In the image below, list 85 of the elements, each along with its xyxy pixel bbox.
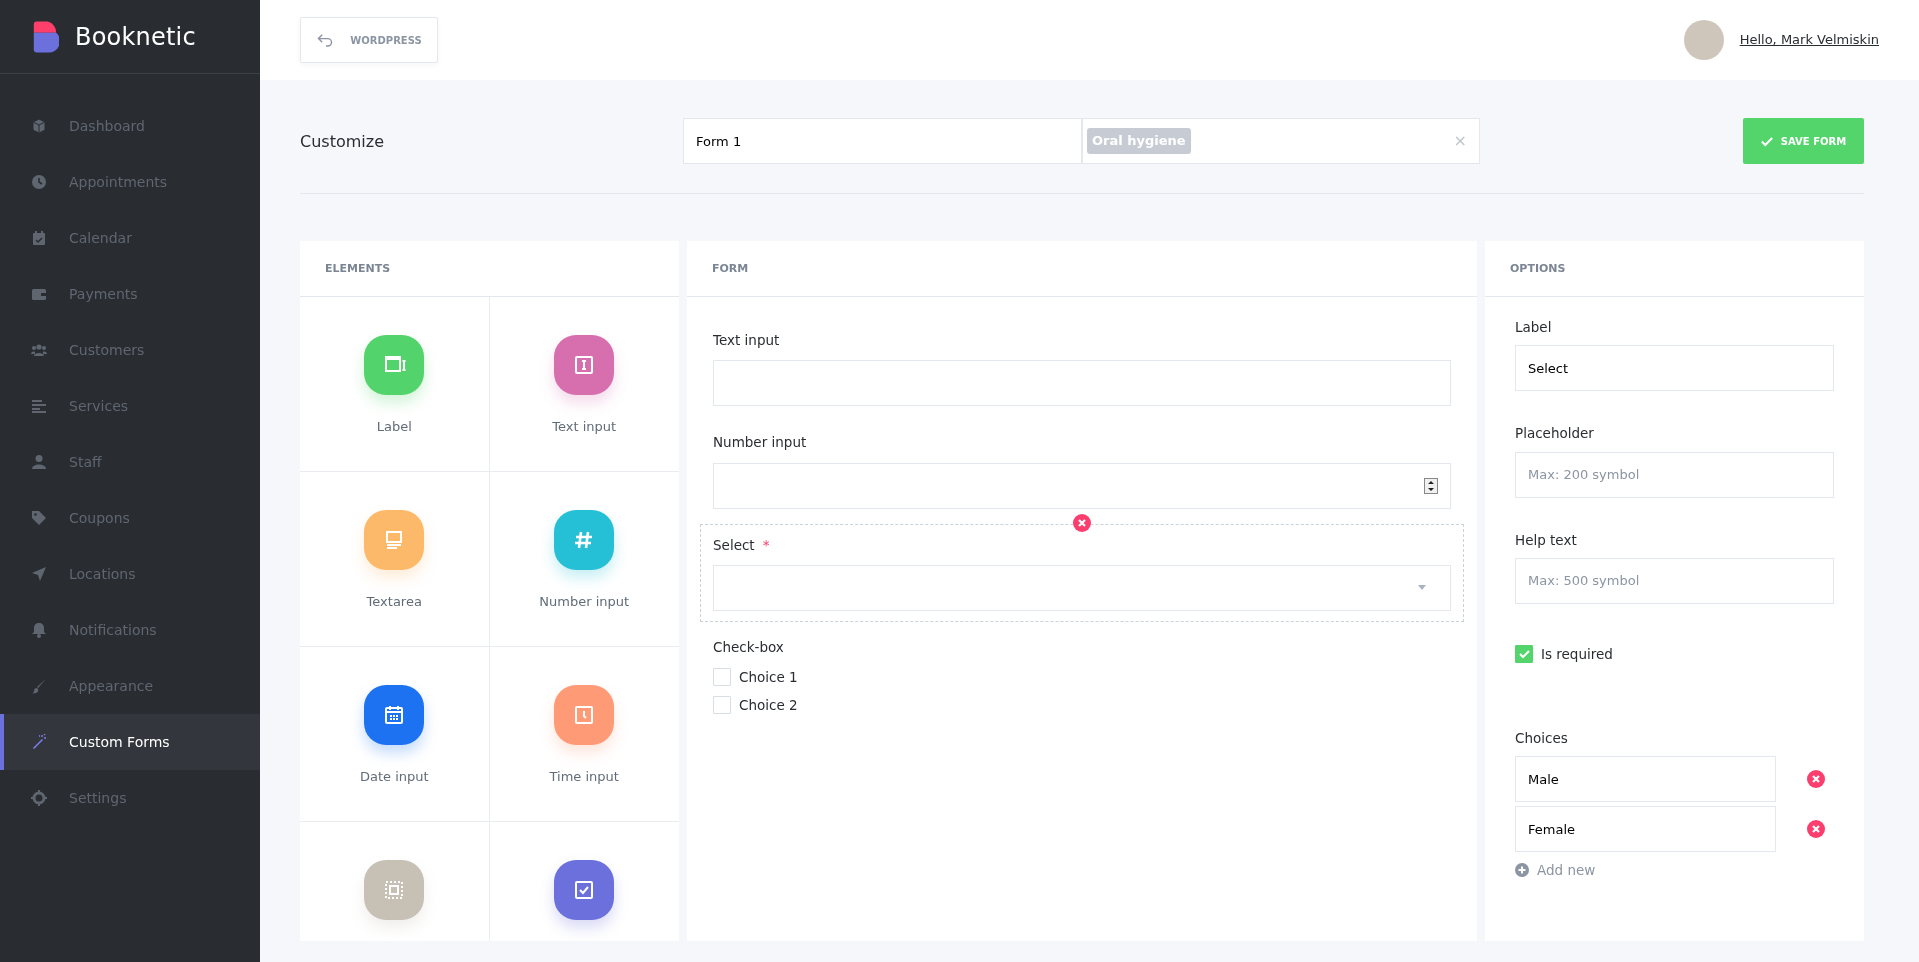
sidebar-item[interactable]: Customers xyxy=(0,322,260,378)
field-label: Select xyxy=(713,535,755,555)
sidebar-item[interactable]: Staff xyxy=(0,434,260,490)
field-label: Placeholder xyxy=(1515,424,1595,444)
element-label: Text input xyxy=(552,418,617,436)
location-arrow-icon xyxy=(31,566,47,582)
user-icon xyxy=(31,454,47,470)
element-option[interactable]: Label xyxy=(300,297,490,472)
clock-icon xyxy=(31,174,47,190)
checkbox[interactable] xyxy=(713,668,731,687)
element-option[interactable]: Number input xyxy=(489,472,679,647)
element-option[interactable]: Textarea xyxy=(300,472,490,647)
panel-title: FORM xyxy=(687,241,1477,297)
service-tag: Oral hygiene xyxy=(1087,128,1191,154)
caret-icon xyxy=(1418,585,1426,591)
sidebar-item[interactable]: Coupons xyxy=(0,490,260,546)
required-mark: * xyxy=(762,535,770,555)
choice-input[interactable]: Female xyxy=(1515,806,1776,853)
element-label: Label xyxy=(376,418,412,436)
field-label: Choices xyxy=(1515,729,1569,748)
sidebar-item[interactable]: Appointments xyxy=(0,154,260,210)
field-label: Check-box xyxy=(713,637,784,657)
brand-name: Booknetic xyxy=(75,21,196,53)
text-input[interactable] xyxy=(713,360,1451,407)
field-label: Help text xyxy=(1515,530,1578,550)
check-icon xyxy=(1518,648,1530,659)
element-option[interactable]: Text input xyxy=(489,297,679,472)
checkbox[interactable] xyxy=(713,696,731,715)
magic-wand-icon xyxy=(31,734,47,750)
sidebar-item[interactable]: Payments xyxy=(0,266,260,322)
checkbox-label: Choice 2 xyxy=(739,696,798,716)
form-name-input[interactable]: Form 1 xyxy=(683,118,1082,164)
add-new-link[interactable]: Add new xyxy=(1515,860,1834,881)
selected-field-outline[interactable]: Select * xyxy=(700,523,1464,622)
avatar xyxy=(1683,20,1724,60)
back-button[interactable]: WORDPRESS xyxy=(300,17,438,63)
sidebar-item[interactable]: Dashboard xyxy=(0,98,260,154)
checkbox-label: Choice 1 xyxy=(739,668,798,687)
element-option[interactable]: Date input xyxy=(300,647,490,822)
remove-icon xyxy=(1807,770,1825,789)
sidebar-item[interactable]: Custom Forms xyxy=(0,714,260,770)
service-select[interactable]: Oral hygiene × xyxy=(1082,118,1480,164)
bell-icon xyxy=(31,622,47,638)
panel-title: ELEMENTS xyxy=(300,241,679,297)
sidebar-item[interactable]: Locations xyxy=(0,546,260,602)
sidebar-item[interactable]: Services xyxy=(0,378,260,434)
sidebar-item[interactable]: Settings xyxy=(0,770,260,826)
remove-icon xyxy=(1073,513,1091,532)
save-button[interactable]: SAVE FORM xyxy=(1743,118,1864,164)
users-icon xyxy=(31,342,47,358)
plus-icon xyxy=(1515,863,1529,878)
brush-icon xyxy=(31,678,47,694)
checkbox-label: Is required xyxy=(1541,644,1613,664)
element-label: Textarea xyxy=(366,593,422,611)
field-label: Label xyxy=(1515,318,1553,337)
remove-icon xyxy=(1807,820,1825,839)
check-icon xyxy=(1760,135,1773,147)
logo-icon xyxy=(31,19,59,54)
calendar-icon xyxy=(31,230,47,246)
list-icon xyxy=(31,398,47,414)
clear-button[interactable]: × xyxy=(1453,129,1467,153)
wallet-icon xyxy=(31,286,47,302)
label-input[interactable]: Select xyxy=(1515,345,1834,392)
element-option[interactable]: Time input xyxy=(489,647,679,822)
sidebar-item[interactable]: Appearance xyxy=(0,658,260,714)
panel-title: OPTIONS xyxy=(1485,241,1864,297)
field-label: Text input xyxy=(713,331,780,350)
placeholder-input[interactable]: Max: 200 symbol xyxy=(1515,451,1834,498)
sidebar-item[interactable]: Calendar xyxy=(0,210,260,266)
page-title: Customize xyxy=(300,131,385,153)
element-label: Date input xyxy=(359,768,429,786)
select-input[interactable] xyxy=(713,564,1451,611)
tag-icon xyxy=(31,510,47,526)
back-arrow-icon xyxy=(316,33,335,47)
help-text-input[interactable]: Max: 500 symbol xyxy=(1515,557,1834,604)
number-input[interactable] xyxy=(713,462,1451,509)
choice-input[interactable]: Male xyxy=(1515,756,1776,803)
element-label: Time input xyxy=(549,768,619,786)
sidebar-item[interactable]: Notifications xyxy=(0,602,260,658)
user-link[interactable]: Hello, Mark Velmiskin xyxy=(1739,30,1879,50)
spinner-icon xyxy=(1424,477,1438,494)
element-label: Number input xyxy=(539,593,630,611)
field-label: Number input xyxy=(713,433,807,453)
cube-icon xyxy=(31,118,47,134)
checkbox[interactable] xyxy=(1515,644,1533,663)
